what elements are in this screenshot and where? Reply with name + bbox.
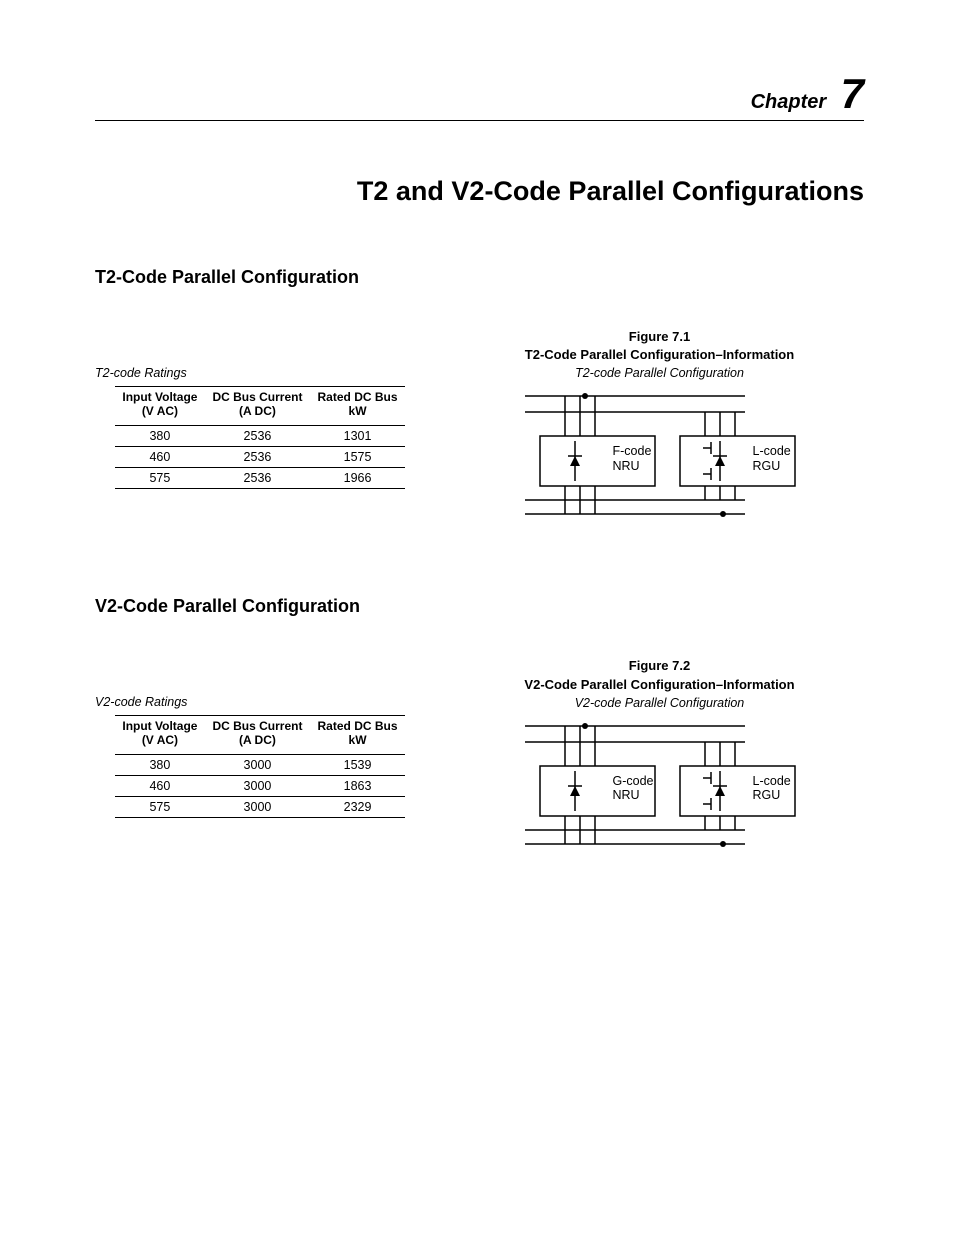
table-header: DC Bus Current(A DC) <box>205 387 310 426</box>
cell: 2536 <box>205 425 310 446</box>
label-text: G-code <box>613 774 654 788</box>
cell: 1863 <box>310 775 405 796</box>
table-header: Input Voltage(V AC) <box>115 716 205 755</box>
cell: 3000 <box>205 754 310 775</box>
th-text: (V AC) <box>142 733 178 747</box>
table-header: Rated DC BuskW <box>310 716 405 755</box>
table-row: 46025361575 <box>115 446 405 467</box>
t2-ratings-caption: T2-code Ratings <box>95 366 415 380</box>
cell: 3000 <box>205 775 310 796</box>
chapter-number: 7 <box>841 70 864 117</box>
cell: 575 <box>115 467 205 488</box>
label-text: RGU <box>753 459 781 473</box>
v2-figure-column: Figure 7.2 V2-Code Parallel Configuratio… <box>455 657 864 875</box>
cell: 575 <box>115 796 205 817</box>
cell: 2536 <box>205 467 310 488</box>
label-text: F-code <box>613 444 652 458</box>
th-text: kW <box>349 404 367 418</box>
cell: 2536 <box>205 446 310 467</box>
table-header: Input Voltage(V AC) <box>115 387 205 426</box>
th-text: (A DC) <box>239 404 276 418</box>
table-header: DC Bus Current(A DC) <box>205 716 310 755</box>
th-text: kW <box>349 733 367 747</box>
figure-label: Figure 7.1 T2-Code Parallel Configuratio… <box>455 328 864 364</box>
t2-ratings-table: Input Voltage(V AC) DC Bus Current(A DC)… <box>115 386 405 489</box>
chapter-header: Chapter 7 <box>95 70 864 121</box>
v2-ratings-caption: V2-code Ratings <box>95 695 415 709</box>
v2-diagram: G-code NRU L-code RGU <box>505 716 815 876</box>
box-label-left: F-code NRU <box>613 444 652 473</box>
diagram-caption: V2-code Parallel Configuration <box>455 696 864 710</box>
diagram-caption: T2-code Parallel Configuration <box>455 366 864 380</box>
section-heading-t2: T2-Code Parallel Configuration <box>95 267 864 288</box>
th-text: Input Voltage <box>122 719 197 733</box>
box-label-right: L-code RGU <box>753 444 791 473</box>
t2-ratings-column: T2-code Ratings Input Voltage(V AC) DC B… <box>95 328 415 546</box>
box-label-right: L-code RGU <box>753 774 791 803</box>
table-row: 57530002329 <box>115 796 405 817</box>
t2-figure-column: Figure 7.1 T2-Code Parallel Configuratio… <box>455 328 864 546</box>
v2-ratings-table: Input Voltage(V AC) DC Bus Current(A DC)… <box>115 715 405 818</box>
table-row: 38025361301 <box>115 425 405 446</box>
cell: 1301 <box>310 425 405 446</box>
th-text: DC Bus Current <box>212 390 302 404</box>
table-row: 46030001863 <box>115 775 405 796</box>
figure-number: Figure 7.1 <box>455 328 864 346</box>
cell: 460 <box>115 775 205 796</box>
cell: 460 <box>115 446 205 467</box>
th-text: Input Voltage <box>122 390 197 404</box>
chapter-label: Chapter <box>751 91 827 113</box>
label-text: L-code <box>753 774 791 788</box>
v2-block: V2-code Ratings Input Voltage(V AC) DC B… <box>95 657 864 875</box>
th-text: (A DC) <box>239 733 276 747</box>
th-text: (V AC) <box>142 404 178 418</box>
t2-diagram: F-code NRU L-code RGU <box>505 386 815 546</box>
t2-block: T2-code Ratings Input Voltage(V AC) DC B… <box>95 328 864 546</box>
figure-title: T2-Code Parallel Configuration–Informati… <box>455 346 864 364</box>
cell: 2329 <box>310 796 405 817</box>
page-content: Chapter 7 T2 and V2-Code Parallel Config… <box>0 0 954 966</box>
section-heading-v2: V2-Code Parallel Configuration <box>95 596 864 617</box>
figure-label: Figure 7.2 V2-Code Parallel Configuratio… <box>455 657 864 693</box>
label-text: NRU <box>613 459 640 473</box>
cell: 3000 <box>205 796 310 817</box>
table-row: 57525361966 <box>115 467 405 488</box>
label-text: RGU <box>753 788 781 802</box>
cell: 1575 <box>310 446 405 467</box>
label-text: NRU <box>613 788 640 802</box>
table-row: 38030001539 <box>115 754 405 775</box>
cell: 380 <box>115 425 205 446</box>
v2-ratings-column: V2-code Ratings Input Voltage(V AC) DC B… <box>95 657 415 875</box>
cell: 1539 <box>310 754 405 775</box>
figure-number: Figure 7.2 <box>455 657 864 675</box>
th-text: Rated DC Bus <box>318 719 398 733</box>
th-text: DC Bus Current <box>212 719 302 733</box>
figure-title: V2-Code Parallel Configuration–Informati… <box>455 676 864 694</box>
cell: 1966 <box>310 467 405 488</box>
th-text: Rated DC Bus <box>318 390 398 404</box>
cell: 380 <box>115 754 205 775</box>
table-header: Rated DC BuskW <box>310 387 405 426</box>
box-label-left: G-code NRU <box>613 774 654 803</box>
chapter-title: T2 and V2-Code Parallel Configurations <box>95 176 864 207</box>
label-text: L-code <box>753 444 791 458</box>
